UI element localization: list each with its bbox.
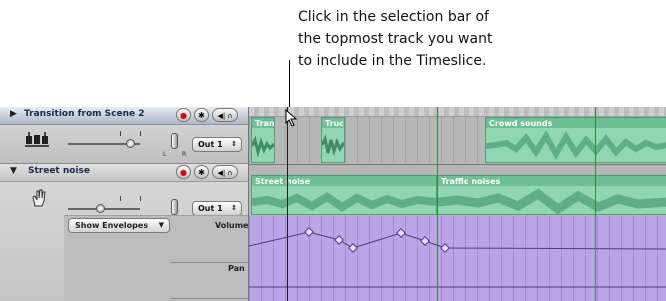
selection-bar[interactable]	[249, 107, 666, 117]
stepper-arrows-icon: ⇕	[231, 140, 237, 148]
parameter-divider	[170, 298, 248, 299]
callout-line-2: the topmost track you want	[298, 31, 493, 47]
track-header-column: ▶ Transition from Scene 2 ● ✱ ◀| ∩ L R O…	[0, 107, 248, 301]
solo-button[interactable]: ✱	[194, 108, 209, 122]
arrange-area[interactable]: Tran Truc Crowd sounds Street noise Traf…	[248, 107, 666, 301]
playhead-line	[287, 107, 288, 301]
track-name[interactable]: Transition from Scene 2	[24, 109, 145, 119]
instruction-callout: Click in the selection bar of the topmos…	[298, 6, 598, 72]
envelope-lane[interactable]	[249, 216, 666, 301]
output-select-value: Out 1	[198, 204, 223, 213]
audio-region[interactable]: Street noise	[251, 175, 437, 215]
pan-knob[interactable]	[171, 133, 178, 149]
record-button[interactable]: ●	[176, 108, 191, 122]
slider-tick	[120, 131, 121, 136]
solo-button[interactable]: ✱	[194, 165, 209, 179]
slider-tick	[120, 196, 121, 201]
track-title-bar[interactable]: ▼ Street noise ● ✱ ◀| ∩	[0, 164, 248, 182]
output-select[interactable]: Out 1 ⇕	[192, 137, 242, 152]
waveform	[252, 135, 274, 158]
disclosure-expanded-icon[interactable]: ▼	[10, 166, 17, 176]
pan-parameter-label: Pan	[228, 264, 245, 273]
track-lane-transition[interactable]: Tran Truc Crowd sounds	[249, 117, 666, 163]
volume-slider-knob[interactable]	[96, 204, 105, 213]
audio-region[interactable]: Truc	[321, 117, 345, 163]
mute-headphones-button[interactable]: ◀| ∩	[212, 165, 238, 179]
audio-region[interactable]: Traffic noises	[437, 175, 666, 215]
output-select[interactable]: Out 1 ⇕	[192, 201, 242, 216]
mute-headphones-button[interactable]: ◀| ∩	[212, 108, 238, 122]
stepper-arrows-icon: ⇕	[231, 204, 237, 212]
disclosure-collapsed-icon[interactable]: ▶	[10, 109, 17, 119]
timeline-window: ▶ Transition from Scene 2 ● ✱ ◀| ∩ L R O…	[0, 107, 666, 301]
volume-slider-knob[interactable]	[126, 139, 135, 148]
mouse-pointer-icon	[285, 109, 298, 127]
parameter-divider	[170, 262, 248, 263]
pan-knob[interactable]	[171, 199, 178, 215]
volume-parameter-label: Volume	[215, 221, 249, 230]
output-select-value: Out 1	[198, 140, 223, 149]
waveform	[322, 134, 344, 157]
show-envelopes-label: Show Envelopes	[75, 221, 149, 230]
waveform	[438, 188, 666, 214]
track-header-street-noise[interactable]: ▼ Street noise ● ✱ ◀| ∩ L R Out 1 ⇕	[0, 164, 248, 301]
track-name[interactable]: Street noise	[28, 166, 90, 176]
marker-line	[437, 107, 438, 301]
pan-left-label: L	[163, 151, 167, 158]
track-header-transition[interactable]: ▶ Transition from Scene 2 ● ✱ ◀| ∩ L R O…	[0, 107, 248, 164]
chevron-down-icon: ▼	[158, 221, 164, 229]
audio-region[interactable]: Tran	[251, 117, 275, 163]
audio-region[interactable]: Crowd sounds	[485, 117, 666, 163]
callout-line-3: to include in the Timeslice.	[298, 53, 487, 69]
show-envelopes-select[interactable]: Show Envelopes ▼	[68, 218, 170, 233]
volume-envelope[interactable]	[249, 216, 666, 301]
track-title-bar[interactable]: ▶ Transition from Scene 2 ● ✱ ◀| ∩	[0, 107, 248, 125]
drum-kit-icon	[24, 132, 50, 152]
slider-tick	[140, 131, 141, 136]
waveform	[252, 192, 436, 212]
record-button[interactable]: ●	[176, 165, 191, 179]
callout-line-1: Click in the selection bar of	[298, 9, 489, 25]
slider-tick	[140, 196, 141, 201]
waveform	[486, 130, 666, 161]
track-lane-street-noise[interactable]: Street noise Traffic noises	[249, 164, 666, 216]
marker-line	[595, 107, 596, 301]
pan-right-label: R	[182, 151, 187, 158]
hand-icon	[30, 188, 48, 212]
